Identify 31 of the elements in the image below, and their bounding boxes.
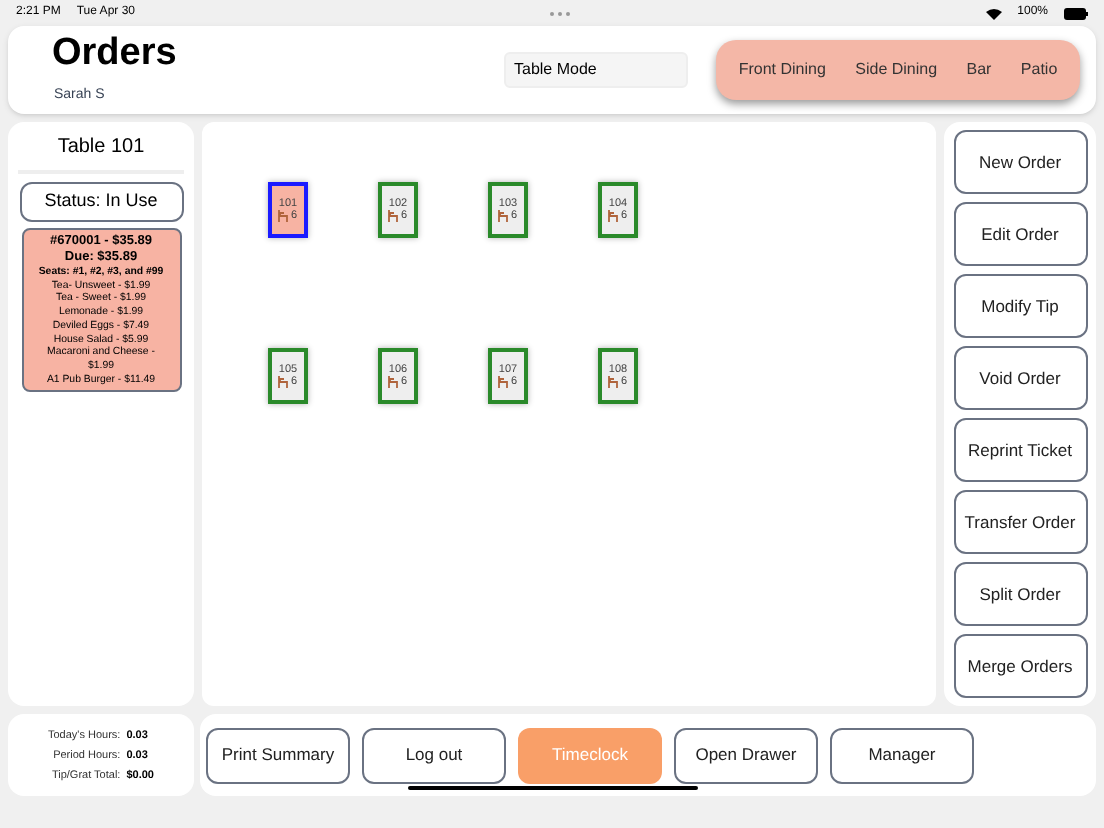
chair-icon [608, 210, 619, 222]
battery-icon [1064, 7, 1088, 19]
action-button[interactable]: Merge Orders [953, 634, 1087, 698]
toolbar-button[interactable]: Open Drawer [674, 727, 818, 783]
order-card[interactable] [21, 228, 181, 393]
toolbar-button[interactable]: Print Summary [206, 727, 350, 783]
chair-icon [498, 210, 509, 222]
mode-field[interactable]: Table Mode [504, 52, 688, 88]
chair-icon [388, 376, 399, 388]
status-button[interactable]: Status: In Use [19, 182, 183, 222]
toolbar-button[interactable]: Log out [362, 727, 506, 783]
table-title: Table 101 [18, 132, 184, 174]
area-tab[interactable]: Bar [966, 58, 992, 82]
chair-icon [608, 376, 619, 388]
chair-icon [388, 210, 399, 222]
action-button[interactable]: Reprint Ticket [953, 418, 1087, 482]
action-button[interactable]: New Order [953, 130, 1087, 194]
chair-icon [278, 210, 289, 222]
toolbar-button[interactable]: Manager [830, 727, 974, 783]
area-tab[interactable]: Patio [1020, 58, 1058, 82]
chair-icon [498, 376, 509, 388]
action-button[interactable]: Transfer Order [953, 490, 1087, 554]
wifi-icon [985, 7, 1002, 19]
action-button[interactable]: Edit Order [953, 202, 1087, 266]
action-button[interactable]: Void Order [953, 346, 1087, 410]
area-tab[interactable]: Front Dining [738, 58, 826, 82]
action-button[interactable]: Modify Tip [953, 274, 1087, 338]
chair-icon [278, 376, 289, 388]
page-title: Orders [52, 32, 179, 77]
action-button[interactable]: Split Order [953, 562, 1087, 626]
area-tab[interactable]: Side Dining [855, 58, 938, 82]
